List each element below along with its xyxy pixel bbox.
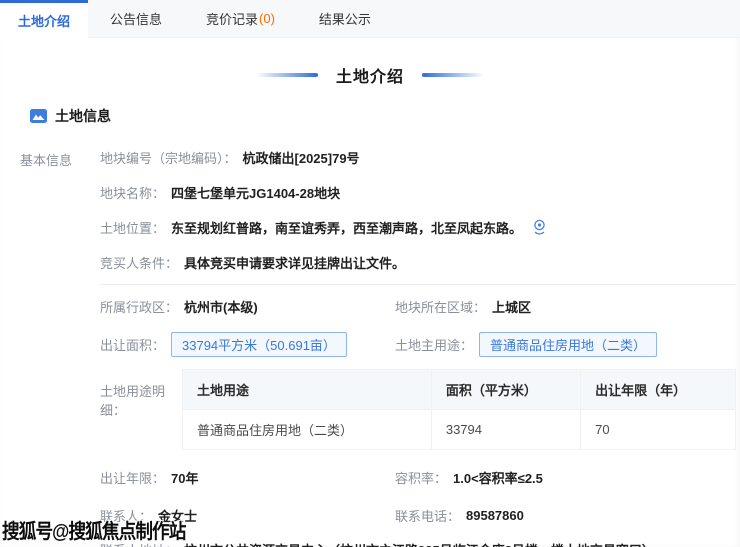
- section-title: 土地信息: [55, 106, 111, 126]
- tab-announcement[interactable]: 公告信息: [88, 0, 184, 37]
- field-value: 东至规划红普路，南至谊秀弄，西至潮声路，北至凤起东路。: [171, 218, 522, 237]
- field-main-use: 土地主用途： 普通商品住房用地（二类）: [395, 332, 736, 357]
- row-term-ratio: 出让年限： 70年 容积率： 1.0<容积率≤2.5: [100, 458, 736, 496]
- tab-land-intro[interactable]: 土地介绍: [0, 0, 88, 38]
- group-label: 基本信息: [0, 140, 100, 547]
- watermark: 搜狐号@搜狐焦点制作站: [2, 515, 185, 544]
- field-value: 1.0<容积率≤2.5: [453, 468, 543, 487]
- title-decor-right: [422, 73, 484, 77]
- col-header-term: 出让年限（年）: [581, 370, 736, 410]
- cell-area: 33794: [431, 410, 580, 450]
- page-title-row: 土地介绍: [0, 64, 740, 86]
- field-label: 土地位置：: [100, 218, 165, 237]
- area-value-tag: 33794平方米（50.691亩）: [171, 332, 347, 357]
- field-plot-code: 地块编号（宗地编码）： 杭政储出[2025]79号: [100, 140, 736, 175]
- field-area: 出让面积： 33794平方米（50.691亩）: [100, 332, 395, 357]
- land-image-icon: [30, 109, 47, 123]
- land-info-section-header: 土地信息: [30, 106, 740, 126]
- field-label: 容积率：: [395, 468, 447, 487]
- field-value: 四堡七堡单元JG1404-28地块: [171, 183, 340, 202]
- use-detail-table: 土地用途 面积（平方米） 出让年限（年） 普通商品住房用地（二类） 33794 …: [182, 369, 736, 450]
- main-use-value-tag: 普通商品住房用地（二类）: [479, 332, 657, 357]
- field-value: 杭州市公共资源交易中心（杭州市之江路925号临江金座2号楼一楼土地交易窗口）: [184, 540, 655, 547]
- field-value: 89587860: [466, 508, 524, 523]
- cell-use: 普通商品住房用地（二类）: [183, 410, 432, 450]
- field-value: 杭政储出[2025]79号: [243, 148, 360, 167]
- field-bidder-condition: 竞买人条件： 具体竞买申请要求详见挂牌出让文件。: [100, 245, 736, 280]
- table-row: 普通商品住房用地（二类） 33794 70: [183, 410, 736, 450]
- table-header-row: 土地用途 面积（平方米） 出让年限（年）: [183, 370, 736, 410]
- field-district: 地块所在区域： 上城区: [395, 297, 736, 316]
- field-label: 土地主用途：: [395, 335, 473, 354]
- row-contact: 联系人： 金女士 联系电话： 89587860: [100, 496, 736, 534]
- field-phone: 联系电话： 89587860: [395, 506, 736, 525]
- tab-label: 公告信息: [110, 9, 162, 28]
- map-location-icon[interactable]: [532, 219, 547, 236]
- use-detail-block: 土地用途明细： 土地用途 面积（平方米） 出让年限（年） 普通商品住房用地（二类…: [100, 369, 736, 450]
- tab-label: 结果公示: [319, 9, 371, 28]
- tab-results[interactable]: 结果公示: [297, 0, 393, 37]
- row-region: 所属行政区： 杭州市(本级) 地块所在区域： 上城区: [100, 287, 736, 325]
- land-detail-page: 土地介绍 公告信息 竞价记录(0) 结果公示 土地介绍 土地信息 基本信息: [0, 0, 740, 547]
- field-label: 竞买人条件：: [100, 253, 178, 272]
- field-label: 地块编号（宗地编码）：: [100, 148, 237, 167]
- bid-count-badge: (0): [259, 11, 275, 26]
- col-header-use: 土地用途: [183, 370, 432, 410]
- fields-column: 地块编号（宗地编码）： 杭政储出[2025]79号 地块名称： 四堡七堡单元JG…: [100, 140, 740, 547]
- tab-label: 土地介绍: [18, 11, 70, 30]
- field-label: 联系电话：: [395, 506, 460, 525]
- tab-label: 竞价记录: [206, 9, 258, 28]
- field-label: 出让面积：: [100, 335, 165, 354]
- field-value: 具体竞买申请要求详见挂牌出让文件。: [184, 253, 405, 272]
- field-plot-ratio: 容积率： 1.0<容积率≤2.5: [395, 468, 736, 487]
- field-label: 地块所在区域：: [395, 297, 486, 316]
- field-label: 地块名称：: [100, 183, 165, 202]
- field-location: 土地位置： 东至规划红普路，南至谊秀弄，西至潮声路，北至凤起东路。: [100, 210, 736, 245]
- field-label: 所属行政区：: [100, 297, 178, 316]
- field-value: 70年: [171, 468, 198, 487]
- page-title: 土地介绍: [336, 63, 404, 87]
- tab-bid-records[interactable]: 竞价记录(0): [184, 0, 297, 37]
- cell-term: 70: [581, 410, 736, 450]
- row-area-use: 出让面积： 33794平方米（50.691亩） 土地主用途： 普通商品住房用地（…: [100, 325, 736, 363]
- section-divider: [100, 284, 736, 285]
- field-plot-name: 地块名称： 四堡七堡单元JG1404-28地块: [100, 175, 736, 210]
- field-label: 出让年限：: [100, 468, 165, 487]
- tab-bar: 土地介绍 公告信息 竞价记录(0) 结果公示: [0, 0, 740, 38]
- col-header-area: 面积（平方米）: [431, 370, 580, 410]
- title-decor-left: [256, 73, 318, 77]
- field-value: 上城区: [492, 297, 531, 316]
- field-admin-region: 所属行政区： 杭州市(本级): [100, 297, 395, 316]
- field-value: 杭州市(本级): [184, 297, 258, 316]
- field-address: 联系人地址： 杭州市公共资源交易中心（杭州市之江路925号临江金座2号楼一楼土地…: [100, 534, 736, 547]
- field-term: 出让年限： 70年: [100, 468, 395, 487]
- field-label: 土地用途明细：: [100, 369, 182, 450]
- basic-info-block: 基本信息 地块编号（宗地编码）： 杭政储出[2025]79号 地块名称： 四堡七…: [0, 140, 740, 547]
